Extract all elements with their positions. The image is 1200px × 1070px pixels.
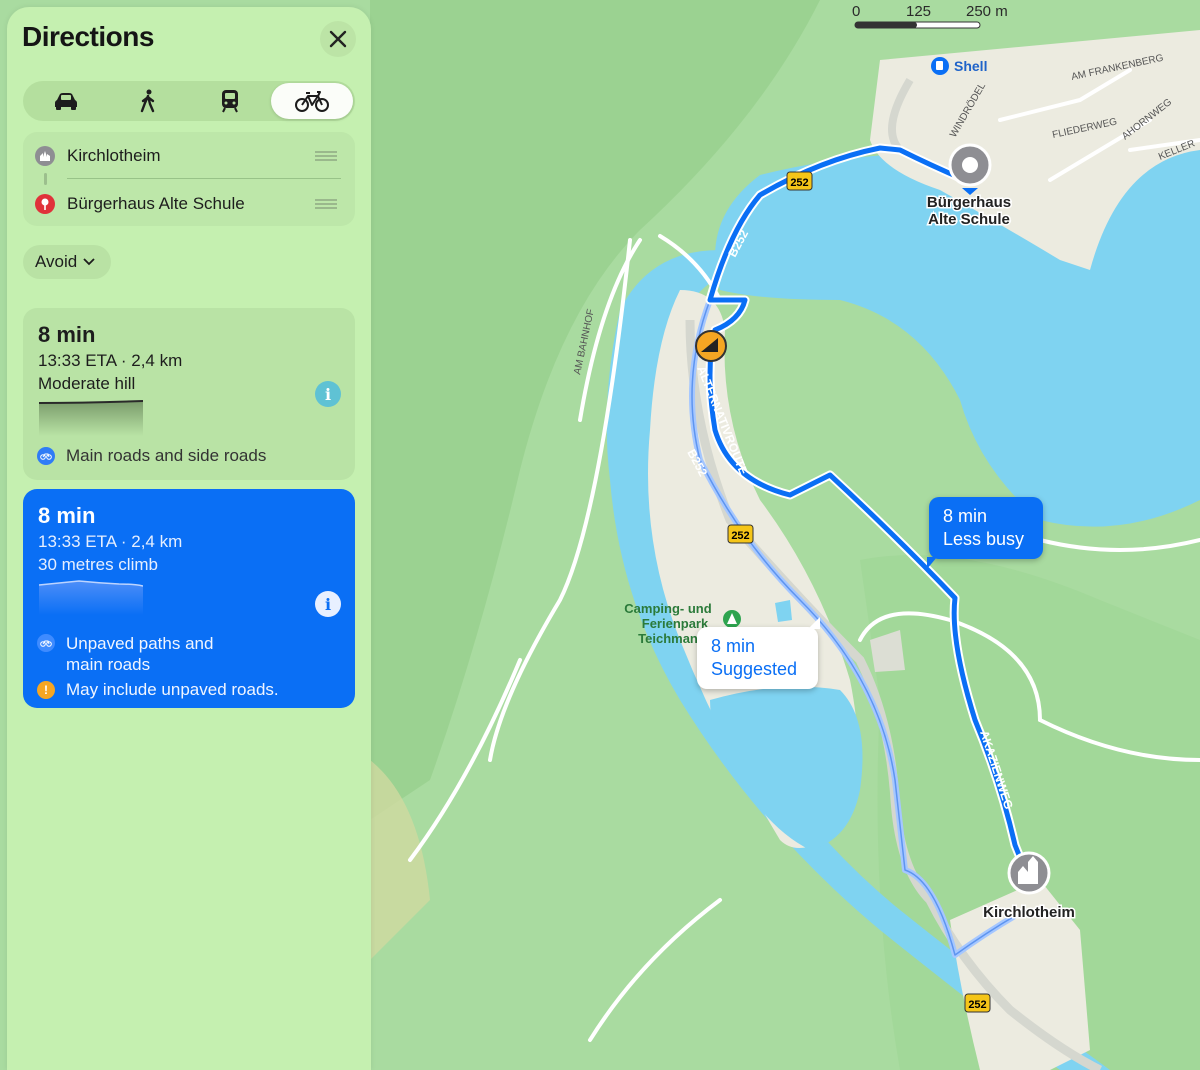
route-time: 8 min — [38, 503, 96, 528]
route-option[interactable]: 8 min 13:33 ETA · 2,4 km Moderate hill i… — [23, 308, 355, 480]
page-title: Directions — [22, 21, 154, 52]
svg-text:Shell: Shell — [954, 58, 987, 74]
callout-note: Less busy — [943, 529, 1025, 549]
route-callout-suggested[interactable]: 8 min Suggested — [697, 617, 820, 689]
callout-time: 8 min — [943, 506, 988, 526]
route-detail: Main roads and side roads — [37, 446, 266, 466]
pin-icon — [35, 194, 55, 214]
road-shield: 252 — [786, 171, 813, 191]
bike-icon — [295, 91, 329, 112]
mode-bike-button[interactable] — [271, 83, 353, 119]
route-callout-less-busy[interactable]: 8 min Less busy — [929, 497, 1043, 559]
mode-car-button[interactable] — [25, 83, 107, 119]
car-icon — [55, 93, 77, 110]
callout-time: 8 min — [711, 636, 756, 656]
waypoint-end[interactable]: Bürgerhaus Alte Schule — [35, 189, 345, 219]
mode-walk-button[interactable] — [107, 83, 189, 119]
chevron-down-icon — [83, 258, 95, 266]
info-button[interactable]: i — [315, 591, 341, 617]
elevation-profile — [39, 580, 143, 615]
fuel-station-marker[interactable]: Shell — [931, 57, 987, 75]
svg-text:Ferienpark: Ferienpark — [642, 616, 709, 631]
drag-handle-icon[interactable] — [315, 199, 337, 209]
route-detail-text: Main roads and side roads — [66, 446, 267, 465]
svg-text:Teichmann: Teichmann — [638, 631, 706, 646]
warning-icon: ! — [37, 681, 55, 699]
info-button[interactable]: i — [315, 381, 341, 407]
divider — [67, 178, 341, 179]
route-detail-text: Unpaved paths and main roads — [66, 634, 214, 674]
directions-sidebar: Directions Kirchlotheim Bürgerhaus Alte … — [7, 7, 371, 1070]
svg-text:Alte Schule: Alte Schule — [928, 211, 1010, 228]
waypoint-list: Kirchlotheim Bürgerhaus Alte Schule — [23, 132, 355, 226]
close-icon — [329, 30, 347, 48]
waypoint-label: Bürgerhaus Alte Schule — [67, 194, 245, 213]
route-elevation-summary: 30 metres climb — [38, 555, 158, 574]
avoid-dropdown[interactable]: Avoid — [23, 245, 111, 279]
svg-text:Bürgerhaus: Bürgerhaus — [927, 194, 1011, 211]
route-eta: 13:33 ETA · 2,4 km — [38, 532, 183, 551]
route-detail: Unpaved paths and main roads — [37, 633, 213, 675]
hill-warning-icon[interactable] — [695, 330, 727, 362]
road-shield: 252 — [727, 524, 754, 544]
info-icon: i — [324, 384, 332, 404]
route-time: 8 min — [38, 322, 96, 347]
walk-icon — [140, 89, 155, 113]
bike-icon — [37, 634, 55, 652]
waypoint-connector — [44, 173, 47, 185]
drag-handle-icon[interactable] — [315, 151, 337, 161]
waypoint-start[interactable]: Kirchlotheim — [35, 141, 345, 171]
scale-labels: 0 125 250 m — [850, 3, 1030, 33]
route-warning: ! May include unpaved roads. — [37, 680, 279, 700]
info-icon: i — [324, 594, 332, 614]
scale-end: 250 m — [966, 3, 1008, 20]
route-elevation-summary: Moderate hill — [38, 374, 136, 393]
svg-text:252: 252 — [968, 999, 986, 1011]
callout-note: Suggested — [711, 659, 798, 679]
close-button[interactable] — [320, 21, 356, 57]
transport-mode-selector — [23, 81, 355, 121]
elevation-profile — [39, 400, 143, 436]
train-icon — [222, 90, 238, 113]
avoid-label: Avoid — [35, 252, 78, 271]
road-shield: 252 — [964, 993, 991, 1013]
town-icon — [35, 146, 55, 166]
mode-transit-button[interactable] — [189, 83, 271, 119]
svg-text:Kirchlotheim: Kirchlotheim — [983, 904, 1075, 921]
bike-icon — [37, 447, 55, 465]
svg-text:252: 252 — [790, 177, 808, 189]
scale-zero: 0 — [852, 3, 861, 20]
svg-text:252: 252 — [731, 530, 749, 542]
route-warning-text: May include unpaved roads. — [66, 680, 279, 699]
waypoint-label: Kirchlotheim — [67, 146, 161, 165]
route-option-selected[interactable]: 8 min 13:33 ETA · 2,4 km 30 metres climb… — [23, 489, 355, 708]
svg-text:Camping- und: Camping- und — [624, 601, 711, 616]
scale-mid: 125 — [906, 3, 932, 20]
route-eta: 13:33 ETA · 2,4 km — [38, 351, 183, 370]
